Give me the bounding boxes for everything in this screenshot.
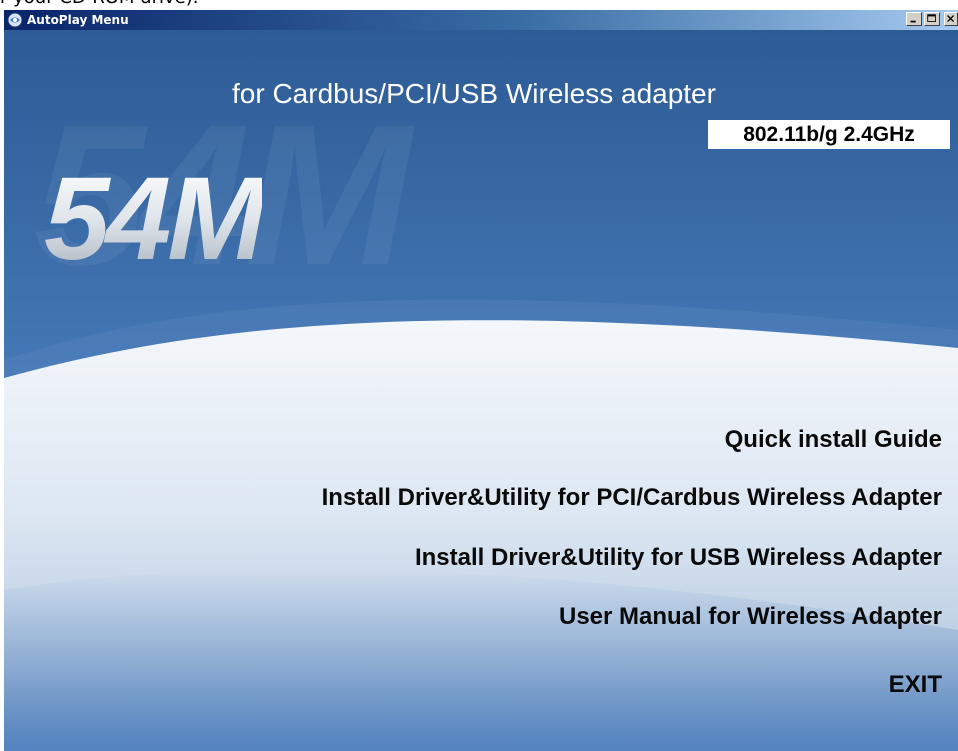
user-manual-link[interactable]: User Manual for Wireless Adapter bbox=[559, 603, 942, 631]
window-title: AutoPlay Menu bbox=[27, 13, 129, 27]
install-pci-cardbus-driver-link[interactable]: Install Driver&Utility for PCI/Cardbus W… bbox=[322, 484, 942, 512]
standard-badge: 802.11b/g 2.4GHz bbox=[708, 120, 950, 149]
close-icon bbox=[947, 15, 955, 23]
autoplay-window: AutoPlay Menu 54M for Cardbus/PCI/USB Wi… bbox=[4, 10, 958, 751]
screen: r your CD-ROM drive). AutoPlay Menu bbox=[0, 0, 958, 751]
maximize-icon bbox=[927, 14, 936, 22]
logo-54m: 54M bbox=[44, 153, 266, 285]
exit-link[interactable]: EXIT bbox=[889, 671, 942, 699]
product-subtitle: for Cardbus/PCI/USB Wireless adapter bbox=[232, 78, 716, 109]
minimize-icon bbox=[910, 20, 916, 23]
maximize-button[interactable] bbox=[924, 12, 940, 26]
minimize-button[interactable] bbox=[906, 12, 922, 26]
menu-canvas: 54M 54M for Cardbus/PCI/USB Wireless ada… bbox=[4, 30, 958, 751]
close-button[interactable] bbox=[944, 12, 958, 26]
install-usb-driver-link[interactable]: Install Driver&Utility for USB Wireless … bbox=[415, 544, 942, 572]
autoplay-app-icon bbox=[7, 12, 23, 28]
title-bar[interactable]: AutoPlay Menu bbox=[4, 10, 958, 30]
quick-install-guide-link[interactable]: Quick install Guide bbox=[725, 426, 942, 454]
